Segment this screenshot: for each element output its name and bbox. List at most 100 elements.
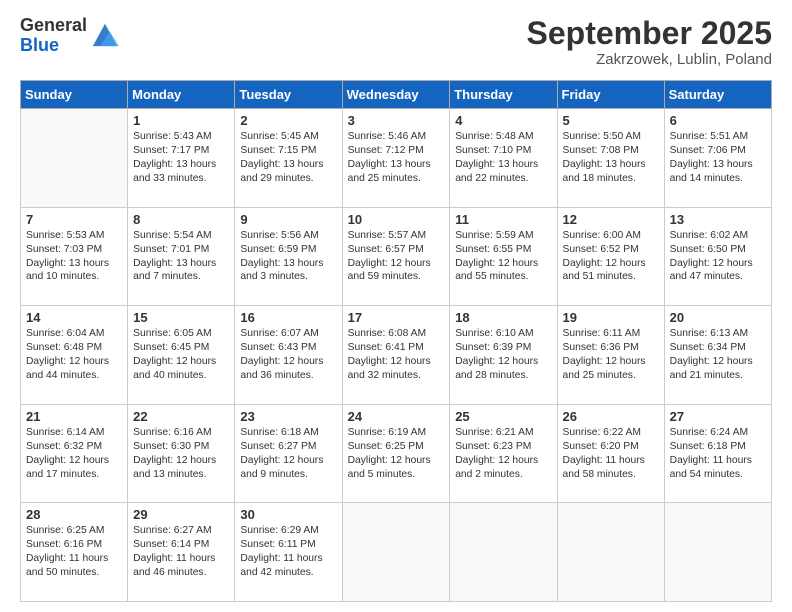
day-info: Sunrise: 5:50 AM Sunset: 7:08 PM Dayligh… [563,130,659,186]
calendar-body: 1Sunrise: 5:43 AM Sunset: 7:17 PM Daylig… [21,109,772,602]
day-number: 21 [26,409,122,424]
day-info: Sunrise: 6:18 AM Sunset: 6:27 PM Dayligh… [240,426,336,482]
day-cell: 15 Sunrise: 6:05 AM Sunset: 6:45 PM Dayli… [128,306,235,405]
day-cell [664,503,771,602]
day-info: Sunrise: 6:07 AM Sunset: 6:43 PM Dayligh… [240,327,336,383]
week-row-3: 14 Sunrise: 6:04 AM Sunset: 6:48 PM Dayli… [21,306,772,405]
day-info: Sunrise: 6:14 AM Sunset: 6:32 PM Dayligh… [26,426,122,482]
header: General Blue September 2025 Zakrzowek, L… [20,16,772,68]
day-number: 7 [26,212,122,227]
day-number: 23 [240,409,336,424]
header-cell-saturday: Saturday [664,81,771,109]
day-cell: 4 Sunrise: 5:48 AM Sunset: 7:10 PM Daylig… [450,109,557,208]
day-info: Sunrise: 5:46 AM Sunset: 7:12 PM Dayligh… [348,130,445,186]
day-cell [450,503,557,602]
day-cell: 2Sunrise: 5:45 AM Sunset: 7:15 PM Daylig… [235,109,342,208]
day-info: Sunrise: 6:00 AM Sunset: 6:52 PM Dayligh… [563,229,659,285]
week-row-5: 28 Sunrise: 6:25 AM Sunset: 6:16 PM Dayli… [21,503,772,602]
day-info: Sunrise: 6:21 AM Sunset: 6:23 PM Dayligh… [455,426,551,482]
subtitle: Zakrzowek, Lublin, Poland [527,51,772,68]
header-cell-thursday: Thursday [450,81,557,109]
day-cell: 17 Sunrise: 6:08 AM Sunset: 6:41 PM Dayli… [342,306,450,405]
day-info: Sunrise: 6:29 AM Sunset: 6:11 PM Dayligh… [240,524,336,580]
day-cell: 26Sunrise: 6:22 AM Sunset: 6:20 PM Dayli… [557,404,664,503]
day-info: Sunrise: 6:22 AM Sunset: 6:20 PM Dayligh… [563,426,659,482]
day-info: Sunrise: 6:13 AM Sunset: 6:34 PM Dayligh… [670,327,766,383]
day-info: Sunrise: 5:51 AM Sunset: 7:06 PM Dayligh… [670,130,766,186]
day-info: Sunrise: 5:43 AM Sunset: 7:17 PM Dayligh… [133,130,229,186]
day-info: Sunrise: 6:08 AM Sunset: 6:41 PM Dayligh… [348,327,445,383]
main-container: General Blue September 2025 Zakrzowek, L… [0,0,792,612]
day-cell: 6 Sunrise: 5:51 AM Sunset: 7:06 PM Daylig… [664,109,771,208]
day-cell: 29 Sunrise: 6:27 AM Sunset: 6:14 PM Dayli… [128,503,235,602]
day-info: Sunrise: 5:45 AM Sunset: 7:15 PM Dayligh… [240,130,336,186]
day-number: 27 [670,409,766,424]
day-info: Sunrise: 6:02 AM Sunset: 6:50 PM Dayligh… [670,229,766,285]
day-info: Sunrise: 5:48 AM Sunset: 7:10 PM Dayligh… [455,130,551,186]
header-cell-monday: Monday [128,81,235,109]
day-number: 6 [670,113,766,128]
month-title: September 2025 [527,16,772,51]
day-cell: 23 Sunrise: 6:18 AM Sunset: 6:27 PM Dayli… [235,404,342,503]
calendar-table: SundayMondayTuesdayWednesdayThursdayFrid… [20,80,772,602]
day-number: 15 [133,310,229,325]
day-number: 3 [348,113,445,128]
day-cell: 21 Sunrise: 6:14 AM Sunset: 6:32 PM Dayli… [21,404,128,503]
day-number: 9 [240,212,336,227]
header-cell-wednesday: Wednesday [342,81,450,109]
day-info: Sunrise: 6:27 AM Sunset: 6:14 PM Dayligh… [133,524,229,580]
logo-general: General [20,16,87,36]
day-number: 18 [455,310,551,325]
day-info: Sunrise: 6:24 AM Sunset: 6:18 PM Dayligh… [670,426,766,482]
day-info: Sunrise: 5:56 AM Sunset: 6:59 PM Dayligh… [240,229,336,285]
logo-text: General Blue [20,16,87,56]
day-number: 29 [133,507,229,522]
day-number: 4 [455,113,551,128]
day-info: Sunrise: 6:19 AM Sunset: 6:25 PM Dayligh… [348,426,445,482]
day-number: 5 [563,113,659,128]
day-cell [557,503,664,602]
day-info: Sunrise: 6:11 AM Sunset: 6:36 PM Dayligh… [563,327,659,383]
day-info: Sunrise: 5:57 AM Sunset: 6:57 PM Dayligh… [348,229,445,285]
day-number: 14 [26,310,122,325]
day-cell [21,109,128,208]
day-cell: 30 Sunrise: 6:29 AM Sunset: 6:11 PM Dayli… [235,503,342,602]
day-info: Sunrise: 6:05 AM Sunset: 6:45 PM Dayligh… [133,327,229,383]
day-info: Sunrise: 6:04 AM Sunset: 6:48 PM Dayligh… [26,327,122,383]
day-cell: 16 Sunrise: 6:07 AM Sunset: 6:43 PM Dayli… [235,306,342,405]
day-number: 25 [455,409,551,424]
day-info: Sunrise: 6:25 AM Sunset: 6:16 PM Dayligh… [26,524,122,580]
calendar-header: SundayMondayTuesdayWednesdayThursdayFrid… [21,81,772,109]
day-number: 16 [240,310,336,325]
day-cell: 14 Sunrise: 6:04 AM Sunset: 6:48 PM Dayli… [21,306,128,405]
header-cell-friday: Friday [557,81,664,109]
day-info: Sunrise: 6:16 AM Sunset: 6:30 PM Dayligh… [133,426,229,482]
day-cell: 9 Sunrise: 5:56 AM Sunset: 6:59 PM Daylig… [235,207,342,306]
day-info: Sunrise: 6:10 AM Sunset: 6:39 PM Dayligh… [455,327,551,383]
header-cell-tuesday: Tuesday [235,81,342,109]
title-block: September 2025 Zakrzowek, Lublin, Poland [527,16,772,68]
day-cell: 11Sunrise: 5:59 AM Sunset: 6:55 PM Dayli… [450,207,557,306]
logo: General Blue [20,16,119,56]
day-cell: 12 Sunrise: 6:00 AM Sunset: 6:52 PM Dayli… [557,207,664,306]
day-number: 30 [240,507,336,522]
day-number: 20 [670,310,766,325]
day-cell: 8Sunrise: 5:54 AM Sunset: 7:01 PM Daylig… [128,207,235,306]
day-info: Sunrise: 5:53 AM Sunset: 7:03 PM Dayligh… [26,229,122,285]
day-cell: 25 Sunrise: 6:21 AM Sunset: 6:23 PM Dayli… [450,404,557,503]
day-number: 8 [133,212,229,227]
day-cell: 28 Sunrise: 6:25 AM Sunset: 6:16 PM Dayli… [21,503,128,602]
day-number: 13 [670,212,766,227]
week-row-2: 7 Sunrise: 5:53 AM Sunset: 7:03 PM Daylig… [21,207,772,306]
day-number: 24 [348,409,445,424]
day-number: 17 [348,310,445,325]
day-number: 12 [563,212,659,227]
day-cell: 27 Sunrise: 6:24 AM Sunset: 6:18 PM Dayli… [664,404,771,503]
day-number: 11 [455,212,551,227]
day-number: 22 [133,409,229,424]
day-cell: 7 Sunrise: 5:53 AM Sunset: 7:03 PM Daylig… [21,207,128,306]
day-number: 28 [26,507,122,522]
header-row: SundayMondayTuesdayWednesdayThursdayFrid… [21,81,772,109]
day-number: 10 [348,212,445,227]
day-cell: 1Sunrise: 5:43 AM Sunset: 7:17 PM Daylig… [128,109,235,208]
